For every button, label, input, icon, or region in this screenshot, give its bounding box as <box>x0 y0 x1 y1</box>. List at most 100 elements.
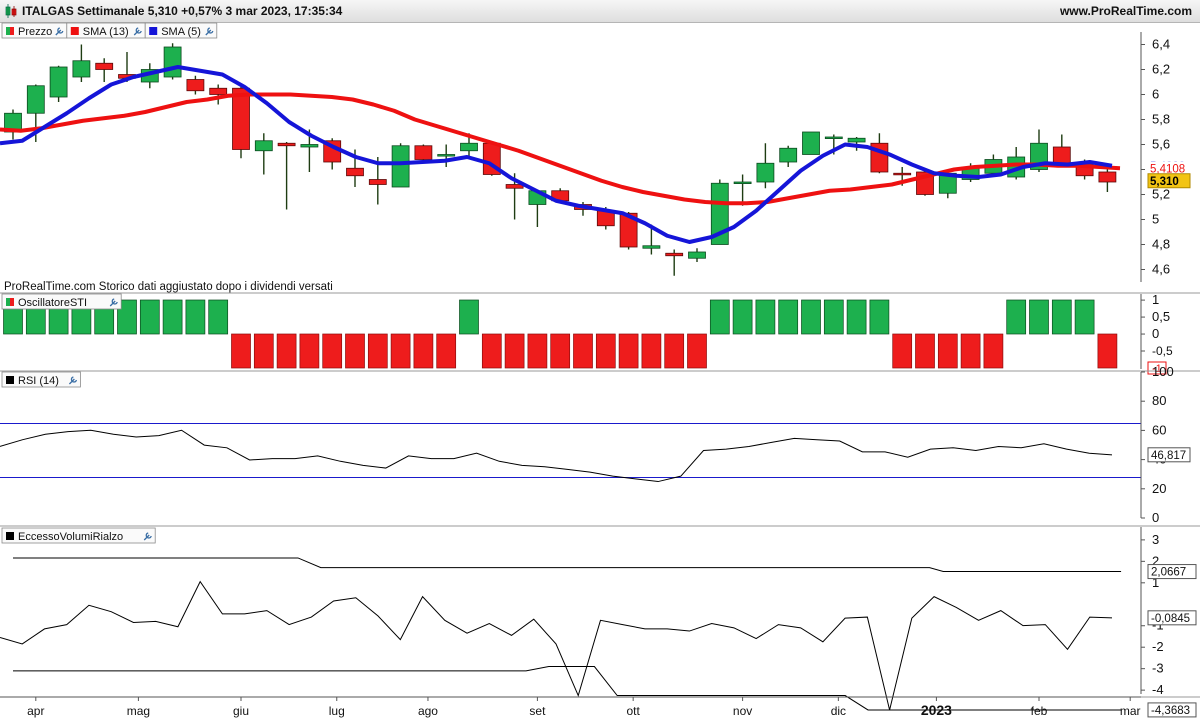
x-tick-label: lug <box>329 704 345 718</box>
candle-down <box>893 172 912 176</box>
chart-title: ITALGAS Settimanale 5,310 +0,57% 3 mar 2… <box>22 4 343 18</box>
x-axis <box>0 696 1141 701</box>
candle-down <box>346 167 364 177</box>
osc-bar-down <box>436 333 457 369</box>
y-tick-label: 6 <box>1152 87 1159 102</box>
candle-up <box>802 131 820 155</box>
x-tick-label: ott <box>626 704 640 718</box>
legend-label: OscillatoreSTI <box>18 297 87 309</box>
y-tick-label: 4,8 <box>1152 237 1170 252</box>
osc-bar-down <box>915 333 935 369</box>
legend-swatch-icon <box>10 298 14 306</box>
osc-bar-up <box>755 299 776 335</box>
x-tick-label: 2023 <box>921 702 952 718</box>
site-link[interactable]: www.ProRealTime.com <box>1060 4 1192 18</box>
x-tick-label: giu <box>233 704 249 718</box>
y-tick-label: 5,2 <box>1152 187 1170 202</box>
y-tick-label: 1 <box>1152 292 1159 307</box>
osc-bar-down <box>413 333 434 369</box>
osc-bar-down <box>641 333 662 369</box>
y-tick-label: -0,5 <box>1152 344 1173 358</box>
osc-bar-down <box>550 333 571 369</box>
candle-down <box>277 142 296 147</box>
osc-bar-down <box>527 333 548 369</box>
candle-down <box>209 87 228 95</box>
osc-bar-down <box>299 333 320 369</box>
osc-bar-up <box>732 299 753 335</box>
x-tick-label: feb <box>1031 704 1048 718</box>
osc-bar-down <box>253 333 274 369</box>
volume-panel <box>0 557 1122 711</box>
candle-down <box>414 145 433 160</box>
price-note: ProRealTime.com Storico dati aggiustato … <box>4 281 333 293</box>
y-tick-label: 3 <box>1152 532 1159 547</box>
osc-bar-down <box>664 333 685 369</box>
osc-bar-up <box>162 299 183 335</box>
legend-label: Prezzo <box>18 26 52 38</box>
x-tick-label: mag <box>127 704 150 718</box>
y-tick-label: 5,6 <box>1152 137 1170 152</box>
osc-bar-down <box>231 333 251 369</box>
osc-bar-down <box>595 333 616 369</box>
legend-label: RSI (14) <box>18 375 59 387</box>
volume-y-axis <box>1140 527 1145 694</box>
y-tick-label: 6,4 <box>1152 37 1170 52</box>
rsi-y-axis <box>1140 371 1145 519</box>
legend-swatch-icon <box>149 27 158 35</box>
candle-up <box>49 66 68 98</box>
candle-up <box>779 147 798 163</box>
osc-bar-up <box>1029 299 1049 335</box>
legend-swatch-icon <box>6 376 14 384</box>
legend-swatch-icon <box>6 27 10 35</box>
osc-y-axis <box>1140 294 1145 369</box>
osc-bar-down <box>390 333 411 369</box>
candle-up <box>26 85 45 114</box>
y-tick-label: 5 <box>1152 212 1159 227</box>
osc-bar-up <box>208 299 229 335</box>
y-tick-label: -4 <box>1152 682 1164 697</box>
candle-up <box>391 145 410 188</box>
candle-up <box>300 144 319 148</box>
y-tick-label: 60 <box>1152 422 1166 437</box>
y-tick-label: 80 <box>1152 393 1166 408</box>
y-tick-label: 0,5 <box>1152 309 1170 324</box>
candle-up <box>460 142 478 152</box>
y-tick-label: 100 <box>1152 364 1174 379</box>
osc-bar-down <box>367 333 388 369</box>
candle-up <box>254 140 273 152</box>
candle-up <box>437 154 456 157</box>
osc-bar-down <box>960 333 981 369</box>
y-tick-label: 0 <box>1152 326 1159 341</box>
chart-area[interactable]: 6,46,265,85,65,45,254,84,65,43205,41085,… <box>0 22 1200 720</box>
osc-bar-down <box>1097 333 1118 369</box>
y-tick-label: 4,6 <box>1152 262 1170 277</box>
osc-bar-up <box>801 299 821 335</box>
osc-bar-down <box>322 333 343 369</box>
candle-down <box>1052 146 1071 164</box>
candle-up <box>733 181 752 185</box>
legend-label: EccessoVolumiRialzo <box>18 531 123 543</box>
x-tick-label: ago <box>418 704 438 718</box>
x-tick-label: nov <box>733 704 752 718</box>
osc-bar-down <box>687 333 707 369</box>
osc-bar-up <box>778 299 799 335</box>
osc-bar-up <box>185 299 206 335</box>
price-y-axis <box>1140 32 1145 282</box>
osc-bar-up <box>823 299 844 335</box>
osc-bar-down <box>504 333 525 369</box>
candle-up <box>756 162 775 183</box>
y-tick-label: 20 <box>1152 481 1166 496</box>
candle-up <box>688 251 706 259</box>
rsi-line <box>0 429 1113 483</box>
legend-swatch-icon <box>6 298 10 306</box>
legend-swatch-icon <box>10 27 14 35</box>
volume-last-label: 2,0667 <box>1151 567 1186 579</box>
volume-last-label: -4,3683 <box>1151 705 1190 717</box>
y-tick-label: -2 <box>1152 639 1164 654</box>
sma5-line <box>0 65 1113 244</box>
x-tick-label: dic <box>831 704 846 718</box>
y-tick-label: -3 <box>1152 661 1164 676</box>
candle-up <box>847 137 866 143</box>
osc-bar-up <box>1074 299 1095 335</box>
candle-down <box>1098 171 1117 183</box>
